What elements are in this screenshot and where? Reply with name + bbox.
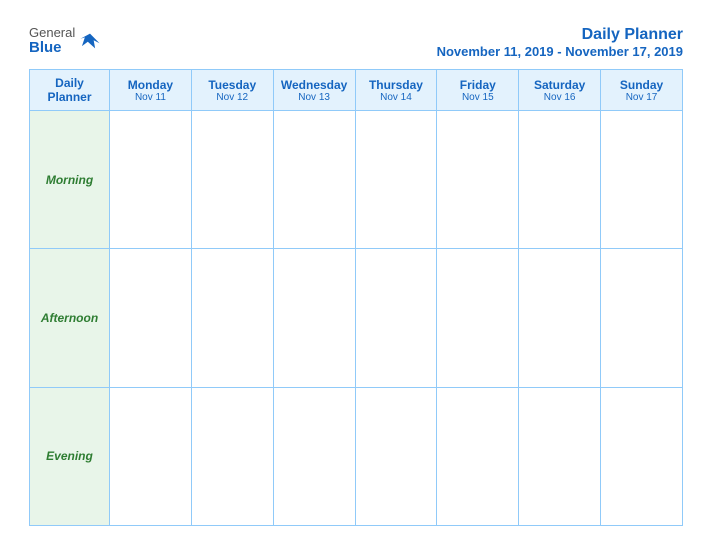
table-row-afternoon: Afternoon: [30, 249, 683, 387]
col-date-Nov 11: Nov 11: [112, 92, 189, 103]
cell-afternoon-saturday[interactable]: [519, 249, 601, 387]
page: General Blue Daily Planner November 11, …: [11, 10, 701, 540]
col-header-monday: MondayNov 11: [110, 70, 192, 111]
table-row-morning: Morning: [30, 111, 683, 249]
cell-morning-tuesday[interactable]: [191, 111, 273, 249]
cell-afternoon-friday[interactable]: [437, 249, 519, 387]
col-day-Friday: Friday: [439, 78, 516, 92]
header: General Blue Daily Planner November 11, …: [29, 26, 683, 59]
col-header-friday: FridayNov 15: [437, 70, 519, 111]
cell-morning-wednesday[interactable]: [273, 111, 355, 249]
row-label-morning: Morning: [30, 111, 110, 249]
col-header-sunday: SundayNov 17: [601, 70, 683, 111]
col-day-Sunday: Sunday: [603, 78, 680, 92]
col-date-Nov 12: Nov 12: [194, 92, 271, 103]
col-date-Nov 14: Nov 14: [358, 92, 435, 103]
cell-morning-friday[interactable]: [437, 111, 519, 249]
table-body: MorningAfternoonEvening: [30, 111, 683, 526]
cell-afternoon-tuesday[interactable]: [191, 249, 273, 387]
cell-evening-sunday[interactable]: [601, 387, 683, 525]
calendar-table: Daily PlannerMondayNov 11TuesdayNov 12We…: [29, 69, 683, 526]
logo: General Blue: [29, 26, 101, 57]
title-main: Daily Planner: [437, 26, 683, 44]
row-label-evening: Evening: [30, 387, 110, 525]
cell-afternoon-sunday[interactable]: [601, 249, 683, 387]
table-row-evening: Evening: [30, 387, 683, 525]
col-day-Monday: Monday: [112, 78, 189, 92]
cell-morning-monday[interactable]: [110, 111, 192, 249]
col-label-daily-planner: Daily Planner: [32, 76, 107, 104]
cell-afternoon-monday[interactable]: [110, 249, 192, 387]
title-date: November 11, 2019 - November 17, 2019: [437, 44, 683, 59]
title-block: Daily Planner November 11, 2019 - Novemb…: [437, 26, 683, 59]
col-day-Wednesday: Wednesday: [276, 78, 353, 92]
col-day-Thursday: Thursday: [358, 78, 435, 92]
cell-evening-thursday[interactable]: [355, 387, 437, 525]
cell-afternoon-thursday[interactable]: [355, 249, 437, 387]
col-date-Nov 16: Nov 16: [521, 92, 598, 103]
cell-morning-thursday[interactable]: [355, 111, 437, 249]
col-header-wednesday: WednesdayNov 13: [273, 70, 355, 111]
col-header-saturday: SaturdayNov 16: [519, 70, 601, 111]
cell-evening-tuesday[interactable]: [191, 387, 273, 525]
logo-general: General: [29, 26, 75, 40]
logo-blue: Blue: [29, 40, 75, 57]
col-header-label: Daily Planner: [30, 70, 110, 111]
col-date-Nov 13: Nov 13: [276, 92, 353, 103]
header-row: Daily PlannerMondayNov 11TuesdayNov 12We…: [30, 70, 683, 111]
cell-morning-saturday[interactable]: [519, 111, 601, 249]
col-date-Nov 15: Nov 15: [439, 92, 516, 103]
cell-morning-sunday[interactable]: [601, 111, 683, 249]
row-label-afternoon: Afternoon: [30, 249, 110, 387]
logo-text: General Blue: [29, 26, 75, 57]
cell-evening-saturday[interactable]: [519, 387, 601, 525]
col-day-Tuesday: Tuesday: [194, 78, 271, 92]
cell-evening-friday[interactable]: [437, 387, 519, 525]
logo-bird-icon: [79, 30, 101, 52]
cell-afternoon-wednesday[interactable]: [273, 249, 355, 387]
col-header-thursday: ThursdayNov 14: [355, 70, 437, 111]
cell-evening-monday[interactable]: [110, 387, 192, 525]
col-header-tuesday: TuesdayNov 12: [191, 70, 273, 111]
col-date-Nov 17: Nov 17: [603, 92, 680, 103]
col-day-Saturday: Saturday: [521, 78, 598, 92]
cell-evening-wednesday[interactable]: [273, 387, 355, 525]
